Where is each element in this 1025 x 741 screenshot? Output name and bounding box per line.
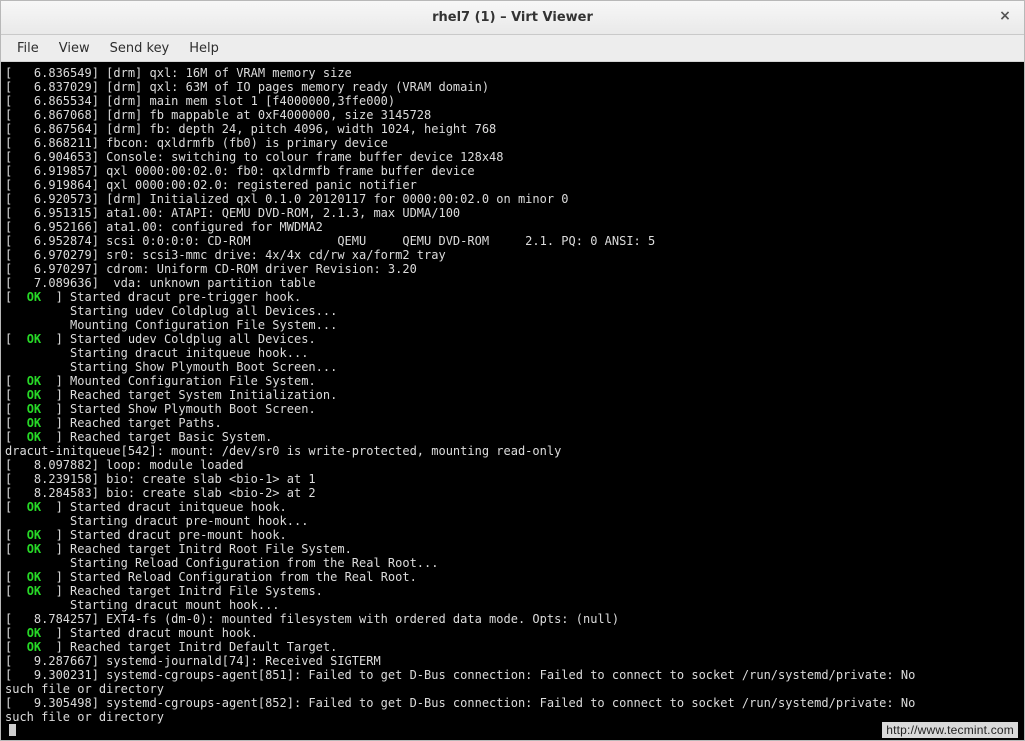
log-line: [ 6.970297] cdrom: Uniform CD-ROM driver… [1, 262, 1024, 276]
log-line: [ OK ] Reached target Basic System. [1, 430, 1024, 444]
console-output: [ 6.836549] [drm] qxl: 16M of VRAM memor… [1, 66, 1024, 738]
log-line: [ OK ] Started dracut initqueue hook. [1, 500, 1024, 514]
log-line: [ OK ] Reached target Initrd File System… [1, 584, 1024, 598]
log-line: [ 8.284583] bio: create slab <bio-2> at … [1, 486, 1024, 500]
log-line: [ OK ] Started dracut pre-mount hook. [1, 528, 1024, 542]
log-line: [ 6.904653] Console: switching to colour… [1, 150, 1024, 164]
log-line: [ 8.239158] bio: create slab <bio-1> at … [1, 472, 1024, 486]
log-line: Starting Reload Configuration from the R… [1, 556, 1024, 570]
log-line: [ 6.951315] ata1.00: ATAPI: QEMU DVD-ROM… [1, 206, 1024, 220]
log-line: [ 6.919864] qxl 0000:00:02.0: registered… [1, 178, 1024, 192]
log-line: Starting udev Coldplug all Devices... [1, 304, 1024, 318]
log-line: [ OK ] Started Show Plymouth Boot Screen… [1, 402, 1024, 416]
log-line: [ 6.867564] [drm] fb: depth 24, pitch 40… [1, 122, 1024, 136]
menu-file[interactable]: File [7, 37, 49, 60]
log-line: [ 8.784257] EXT4-fs (dm-0): mounted file… [1, 612, 1024, 626]
window-title: rhel7 (1) – Virt Viewer [432, 10, 593, 25]
log-line: [ 6.952166] ata1.00: configured for MWDM… [1, 220, 1024, 234]
menubar: File View Send key Help [1, 35, 1024, 62]
log-line: [ OK ] Reached target System Initializat… [1, 388, 1024, 402]
log-line: [ 6.837029] [drm] qxl: 63M of IO pages m… [1, 80, 1024, 94]
log-line: [ 6.970279] sr0: scsi3-mmc drive: 4x/4x … [1, 248, 1024, 262]
console-cursor [1, 724, 1024, 738]
log-line: [ 7.089636] vda: unknown partition table [1, 276, 1024, 290]
log-line: [ 6.919857] qxl 0000:00:02.0: fb0: qxldr… [1, 164, 1024, 178]
log-line: Starting dracut pre-mount hook... [1, 514, 1024, 528]
log-line: [ OK ] Started dracut pre-trigger hook. [1, 290, 1024, 304]
log-line: [ 6.867068] [drm] fb mappable at 0xF4000… [1, 108, 1024, 122]
log-line: [ OK ] Reached target Initrd Default Tar… [1, 640, 1024, 654]
log-line: [ 9.300231] systemd-cgroups-agent[851]: … [1, 668, 1024, 682]
log-line: [ OK ] Started dracut mount hook. [1, 626, 1024, 640]
log-line: [ 9.287667] systemd-journald[74]: Receiv… [1, 654, 1024, 668]
log-line: [ 6.836549] [drm] qxl: 16M of VRAM memor… [1, 66, 1024, 80]
close-icon[interactable]: × [996, 7, 1014, 25]
log-line: such file or directory [1, 682, 1024, 696]
menu-help[interactable]: Help [179, 37, 229, 60]
log-line: Starting Show Plymouth Boot Screen... [1, 360, 1024, 374]
log-line: Mounting Configuration File System... [1, 318, 1024, 332]
log-line: [ OK ] Reached target Initrd Root File S… [1, 542, 1024, 556]
log-line: [ 6.868211] fbcon: qxldrmfb (fb0) is pri… [1, 136, 1024, 150]
menu-view[interactable]: View [49, 37, 100, 60]
vm-display[interactable]: [ 6.836549] [drm] qxl: 16M of VRAM memor… [1, 62, 1024, 740]
log-line: [ OK ] Mounted Configuration File System… [1, 374, 1024, 388]
log-line: Starting dracut mount hook... [1, 598, 1024, 612]
log-line: [ 9.305498] systemd-cgroups-agent[852]: … [1, 696, 1024, 710]
watermark-label: http://www.tecmint.com [882, 722, 1018, 738]
log-line: dracut-initqueue[542]: mount: /dev/sr0 i… [1, 444, 1024, 458]
log-line: [ 6.865534] [drm] main mem slot 1 [f4000… [1, 94, 1024, 108]
log-line: [ OK ] Started Reload Configuration from… [1, 570, 1024, 584]
log-line: [ 6.920573] [drm] Initialized qxl 0.1.0 … [1, 192, 1024, 206]
log-line: Starting dracut initqueue hook... [1, 346, 1024, 360]
menu-sendkey[interactable]: Send key [100, 37, 180, 60]
log-line: [ OK ] Reached target Paths. [1, 416, 1024, 430]
log-line: [ 6.952874] scsi 0:0:0:0: CD-ROM QEMU QE… [1, 234, 1024, 248]
log-line: [ 8.097882] loop: module loaded [1, 458, 1024, 472]
log-line: such file or directory [1, 710, 1024, 724]
log-line: [ OK ] Started udev Coldplug all Devices… [1, 332, 1024, 346]
app-window: rhel7 (1) – Virt Viewer × File View Send… [0, 0, 1025, 741]
titlebar[interactable]: rhel7 (1) – Virt Viewer × [1, 1, 1024, 35]
